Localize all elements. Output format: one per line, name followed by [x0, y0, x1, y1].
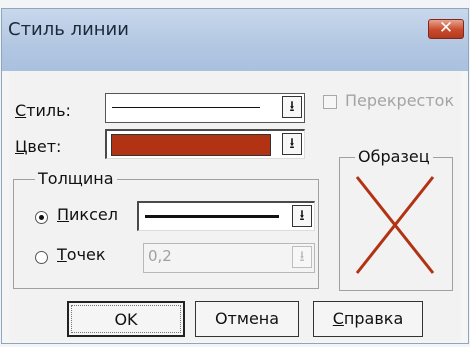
color-combobox[interactable]: ⭳	[105, 129, 305, 159]
color-swatch	[111, 134, 271, 156]
style-line-preview	[112, 107, 260, 108]
close-icon: ✕	[438, 18, 454, 38]
line-style-dialog: Стиль линии ✕ Стиль: ⭳ Перекресток Цвет:…	[1, 8, 469, 344]
dropdown-arrow-icon: ⭳	[299, 247, 305, 265]
style-combobox[interactable]: ⭳	[105, 93, 305, 123]
pixels-line-preview	[145, 215, 279, 218]
thickness-group-title: Толщина	[35, 169, 117, 188]
points-value: 0,2	[148, 247, 172, 265]
title-bar: Стиль линии ✕	[2, 9, 468, 71]
help-button[interactable]: Справка	[313, 301, 423, 337]
color-dropdown-button[interactable]: ⭳	[282, 133, 302, 155]
pixels-label: Пиксел	[57, 205, 118, 224]
dialog-client-area: Стиль: ⭳ Перекресток Цвет: ⭳ Толщина Пик…	[9, 71, 461, 341]
color-label: Цвет:	[15, 137, 62, 156]
cancel-button-label: Отмена	[214, 309, 280, 328]
style-dropdown-button[interactable]: ⭳	[282, 96, 302, 118]
crossing-checkbox[interactable]	[323, 95, 337, 109]
pixels-combobox[interactable]: ⭳	[137, 201, 315, 231]
style-label: Стиль:	[15, 101, 71, 120]
pixels-radio[interactable]	[35, 211, 48, 224]
dialog-title: Стиль линии	[8, 19, 129, 40]
points-radio[interactable]	[35, 251, 48, 264]
sample-group-title: Образец	[355, 147, 433, 166]
ok-focus-rect	[71, 305, 181, 333]
points-combobox[interactable]: 0,2 ⭳	[143, 243, 315, 273]
ok-button[interactable]: OK	[67, 301, 185, 337]
help-button-label: Справка	[332, 309, 404, 328]
sample-preview	[355, 176, 435, 274]
screenshot-frame: Стиль линии ✕ Стиль: ⭳ Перекресток Цвет:…	[0, 0, 470, 347]
crossing-label: Перекресток	[345, 91, 455, 110]
cancel-button[interactable]: Отмена	[195, 301, 299, 337]
dropdown-arrow-icon: ⭳	[289, 97, 295, 115]
close-button[interactable]: ✕	[428, 18, 464, 39]
points-dropdown-button[interactable]: ⭳	[292, 246, 312, 268]
points-label: Точек	[57, 245, 106, 264]
dropdown-arrow-icon: ⭳	[299, 206, 305, 224]
dropdown-arrow-icon: ⭳	[289, 134, 295, 152]
pixels-dropdown-button[interactable]: ⭳	[292, 205, 312, 227]
